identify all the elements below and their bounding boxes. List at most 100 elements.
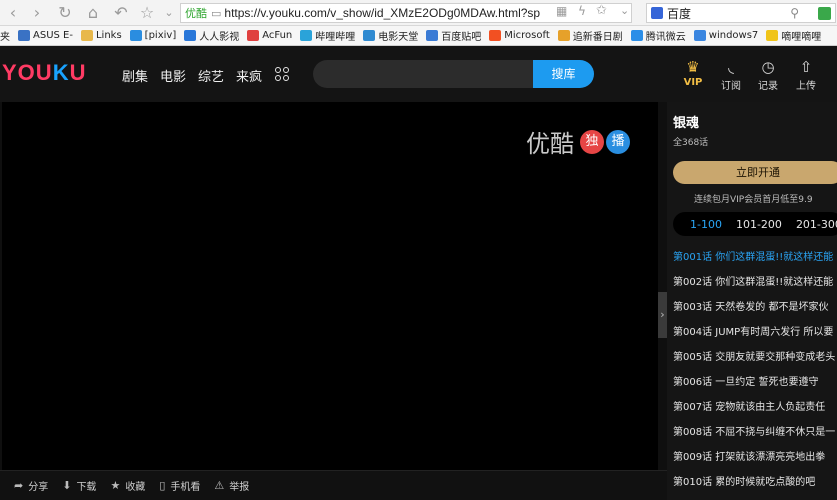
favorite-star-icon[interactable]: ☆ <box>136 2 158 24</box>
youku-logo[interactable]: YOUKU <box>2 60 86 86</box>
bookmark-icon <box>766 30 779 41</box>
bookmark-icon <box>363 30 376 41</box>
bookmark-icon <box>18 30 30 41</box>
episode-item[interactable]: 第006话 一旦约定 誓死也要遵守 <box>673 370 837 395</box>
bookmark-item[interactable]: 腾讯微云 <box>630 28 686 43</box>
bookmark-star-icon[interactable]: ✩ <box>596 3 607 18</box>
range-tab[interactable]: 1-100 <box>690 218 722 231</box>
bookmark-icon <box>184 30 197 41</box>
episode-item[interactable]: 第007话 宠物就该由主人负起责任 <box>673 395 837 420</box>
site-search-button[interactable]: 搜库 <box>533 60 594 88</box>
site-header: YOUKU 剧集 电影 综艺 来疯 搜库 ♛ VIP ◟ 订阅 ◷ 记录 ⇧ 上… <box>0 46 837 102</box>
bookmark-item[interactable]: Microsoft <box>489 30 550 41</box>
clock-icon: ◷ <box>761 58 775 76</box>
more-apps-icon[interactable] <box>275 67 289 81</box>
star-icon: ★ <box>110 479 121 492</box>
bookmark-icon <box>489 30 502 41</box>
episode-item[interactable]: 第008话 不屈不挠与纠缠不休只是一 <box>673 420 837 445</box>
address-url[interactable]: https://v.youku.com/v_show/id_XMzE2ODg0M… <box>224 6 540 20</box>
share-icon: ➦ <box>14 479 24 492</box>
browser-search-box[interactable]: 百度 ⚲ <box>646 3 836 23</box>
undo-icon[interactable]: ↶ <box>110 2 132 24</box>
bookmark-icon <box>426 30 439 41</box>
bookmark-item[interactable]: ASUS E- <box>18 30 73 41</box>
dropdown-icon[interactable]: ⌄ <box>620 4 629 17</box>
lightning-icon[interactable]: ϟ <box>578 4 586 18</box>
nav-variety[interactable]: 综艺 <box>198 66 224 85</box>
rss-icon: ◟ <box>728 58 734 76</box>
extension-icon[interactable] <box>818 6 831 20</box>
report-button[interactable]: ⚠ 举报 <box>214 478 249 493</box>
phone-icon: ▯ <box>159 479 166 492</box>
chevron-right-icon: › <box>660 308 665 321</box>
episode-sidebar: 银魂 全368话 立即开通 连续包月VIP会员首月低至9.9 1-100 101… <box>667 102 837 500</box>
lock-icon: ▭ <box>211 6 222 20</box>
forward-icon[interactable]: › <box>26 2 48 24</box>
episode-list: 第001话 你们这群混蛋!!就这样还能 第002话 你们这群混蛋!!就这样还能 第0… <box>673 245 837 495</box>
bookmark-item[interactable]: 百度贴吧 <box>426 28 481 43</box>
nav-series[interactable]: 剧集 <box>122 66 148 85</box>
site-search-input[interactable] <box>313 60 535 88</box>
episode-item[interactable]: 第004话 JUMP有时周六发行 所以要 <box>673 320 837 345</box>
bookmark-item[interactable]: 电影天堂 <box>363 28 418 43</box>
browser-search-value: 百度 <box>667 6 692 21</box>
home-icon[interactable]: ⌂ <box>82 2 104 24</box>
youku-watermark: 优酷 独 播 <box>526 124 630 159</box>
range-tab[interactable]: 201-300 <box>796 218 837 231</box>
episode-item[interactable]: 第005话 交朋友就要交那种变成老头 <box>673 345 837 370</box>
search-icon[interactable]: ⚲ <box>790 6 799 20</box>
episode-count: 全368话 <box>673 138 709 148</box>
bookmark-icon <box>693 30 706 41</box>
bookmark-item[interactable]: 追新番日剧 <box>557 28 623 43</box>
favorite-button[interactable]: ★ 收藏 <box>110 478 145 493</box>
menu-chevron-icon[interactable]: ⌄ <box>158 2 180 24</box>
exclusive-badge: 独 <box>580 129 604 154</box>
grid-icon[interactable]: ▦ <box>556 4 567 18</box>
bookmark-icon <box>80 30 93 41</box>
bookmark-item[interactable]: [pixiv] <box>129 30 176 41</box>
episode-item[interactable]: 第010话 累的时候就吃点酸的吧 <box>673 470 837 495</box>
bookmark-item[interactable]: Links <box>80 30 122 41</box>
download-button[interactable]: ⬇ 下载 <box>62 478 96 493</box>
bookmark-icon <box>557 30 570 41</box>
bookmark-item[interactable]: 人人影视 <box>184 28 239 43</box>
vip-button[interactable]: ♛ VIP <box>678 57 708 88</box>
browser-toolbar: ‹ › ↻ ⌂ ↶ ☆ ⌄ 优酷 ▭ https://v.youku.com/v… <box>0 0 837 26</box>
subscribe-button[interactable]: ◟ 订阅 <box>716 57 746 92</box>
watch-on-phone-button[interactable]: ▯ 手机看 <box>159 478 200 493</box>
warning-icon: ⚠ <box>214 479 225 492</box>
broadcast-badge: 播 <box>606 129 630 154</box>
show-title: 银魂 <box>673 116 700 131</box>
nav-movies[interactable]: 电影 <box>160 66 186 85</box>
site-badge: 优酷 <box>185 7 207 20</box>
back-icon[interactable]: ‹ <box>2 2 24 24</box>
vip-subscribe-button[interactable]: 立即开通 <box>673 161 837 184</box>
bookmarks-label-fragment: 夹 <box>0 32 10 43</box>
episode-item[interactable]: 第003话 天然卷发的 都不是坏家伙 <box>673 295 837 320</box>
bookmarks-bar: 夹 ASUS E- Links [pixiv] 人人影视 AcFun 哔哩哔哩 电影天堂 百度… <box>0 26 837 46</box>
upload-button[interactable]: ⇧ 上传 <box>791 57 821 92</box>
baidu-icon <box>651 7 663 19</box>
episode-item[interactable]: 第002话 你们这群混蛋!!就这样还能 <box>673 270 837 295</box>
bookmark-item[interactable]: 哔哩哔哩 <box>300 28 355 43</box>
nav-laifeng[interactable]: 来疯 <box>236 66 262 85</box>
bookmark-item[interactable]: windows7 <box>693 30 758 41</box>
video-player[interactable]: 优酷 独 播 <box>2 102 658 470</box>
sidebar-toggle-handle[interactable]: › <box>658 292 667 338</box>
refresh-icon[interactable]: ↻ <box>54 2 76 24</box>
upload-icon: ⇧ <box>799 58 813 76</box>
player-action-bar: ➦ 分享 ⬇ 下载 ★ 收藏 ▯ 手机看 ⚠ 举报 <box>0 470 670 500</box>
range-tab[interactable]: 101-200 <box>736 218 782 231</box>
bookmark-icon <box>300 30 313 41</box>
episode-item[interactable]: 第009话 打架就该漂漂亮亮地出拳 <box>673 445 837 470</box>
history-button[interactable]: ◷ 记录 <box>753 57 783 92</box>
share-button[interactable]: ➦ 分享 <box>14 478 48 493</box>
episode-item[interactable]: 第001话 你们这群混蛋!!就这样还能 <box>673 245 837 270</box>
episode-range-tabs: 1-100 101-200 201-300 更 <box>673 212 837 236</box>
download-icon: ⬇ <box>62 479 72 492</box>
crown-icon: ♛ <box>686 58 700 76</box>
bookmark-icon <box>247 30 260 41</box>
bookmark-item[interactable]: 嘀哩嘀哩 <box>766 28 821 43</box>
bookmark-icon <box>630 30 643 41</box>
bookmark-item[interactable]: AcFun <box>247 30 292 41</box>
